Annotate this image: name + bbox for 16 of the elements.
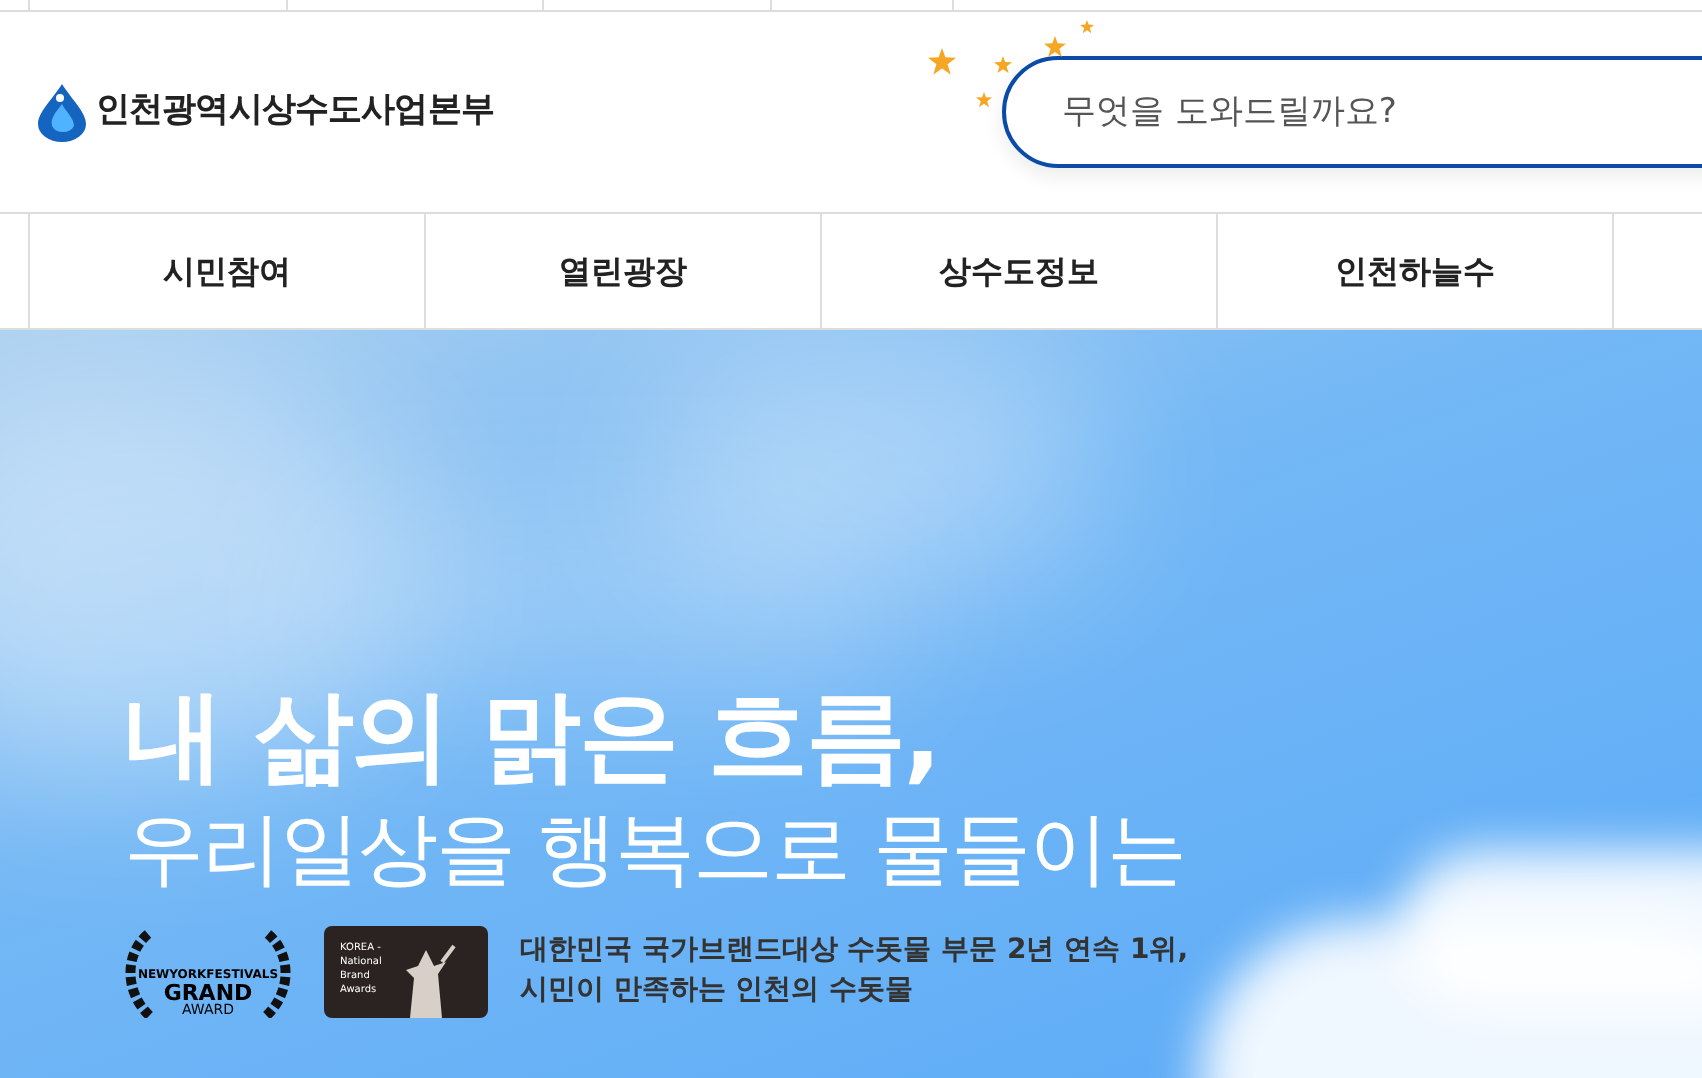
star-icon bbox=[994, 56, 1012, 74]
award-text: 대한민국 국가브랜드대상 수돗물 부문 2년 연속 1위, bbox=[520, 932, 1189, 970]
hero-subheadline: 우리일상을 행복으로 물들이는 bbox=[124, 802, 1185, 900]
award-text: 시민이 만족하는 인천의 수돗물 bbox=[520, 972, 916, 1010]
star-icon bbox=[928, 48, 956, 76]
nav-menu-item[interactable]: 인천하늘수 bbox=[1218, 214, 1614, 328]
star-icon bbox=[976, 92, 992, 108]
nav-menu-item[interactable]: 시민참여 bbox=[30, 214, 426, 328]
search-field[interactable]: 무엇을 도와드릴까요? bbox=[1002, 56, 1702, 168]
nav-menu-item[interactable]: 열린광장 bbox=[426, 214, 822, 328]
star-icon bbox=[1080, 20, 1094, 34]
hero-headline: 내 삶의 맑은 흐름, bbox=[124, 676, 939, 798]
logo-text[interactable]: 인천광역시상수도사업본부 bbox=[96, 86, 494, 138]
nav-menu-item[interactable]: 상수도정보 bbox=[822, 214, 1218, 328]
star-icon bbox=[1044, 36, 1066, 58]
water-drop-logo-icon[interactable] bbox=[36, 82, 88, 142]
